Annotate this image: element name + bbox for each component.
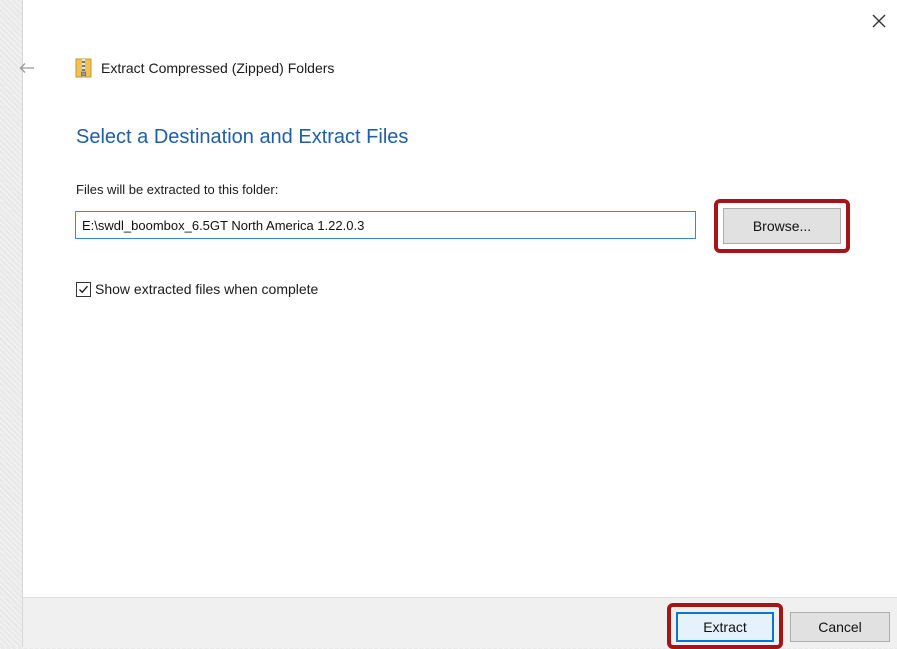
destination-path-input[interactable] bbox=[75, 211, 696, 239]
page-title: Select a Destination and Extract Files bbox=[76, 126, 409, 148]
show-files-label: Show extracted files when complete bbox=[95, 281, 319, 297]
close-icon bbox=[872, 14, 886, 28]
extract-button[interactable]: Extract bbox=[676, 612, 774, 642]
zip-folder-icon bbox=[75, 58, 92, 78]
show-files-checkbox-row[interactable]: Show extracted files when complete bbox=[76, 281, 318, 297]
destination-label: Files will be extracted to this folder: bbox=[76, 182, 279, 197]
checkmark-icon bbox=[79, 285, 88, 293]
back-button[interactable] bbox=[13, 56, 41, 80]
window-title: Extract Compressed (Zipped) Folders bbox=[101, 60, 335, 76]
show-files-checkbox[interactable] bbox=[76, 281, 91, 297]
cancel-button[interactable]: Cancel bbox=[790, 612, 890, 642]
browse-button[interactable]: Browse... bbox=[723, 208, 841, 244]
close-button[interactable] bbox=[866, 8, 892, 34]
window-header: Extract Compressed (Zipped) Folders bbox=[75, 56, 334, 80]
extract-dialog: Extract Compressed (Zipped) Folders Sele… bbox=[19, 0, 897, 649]
dialog-footer: Extract Cancel bbox=[23, 597, 897, 649]
back-arrow-icon bbox=[19, 63, 34, 73]
